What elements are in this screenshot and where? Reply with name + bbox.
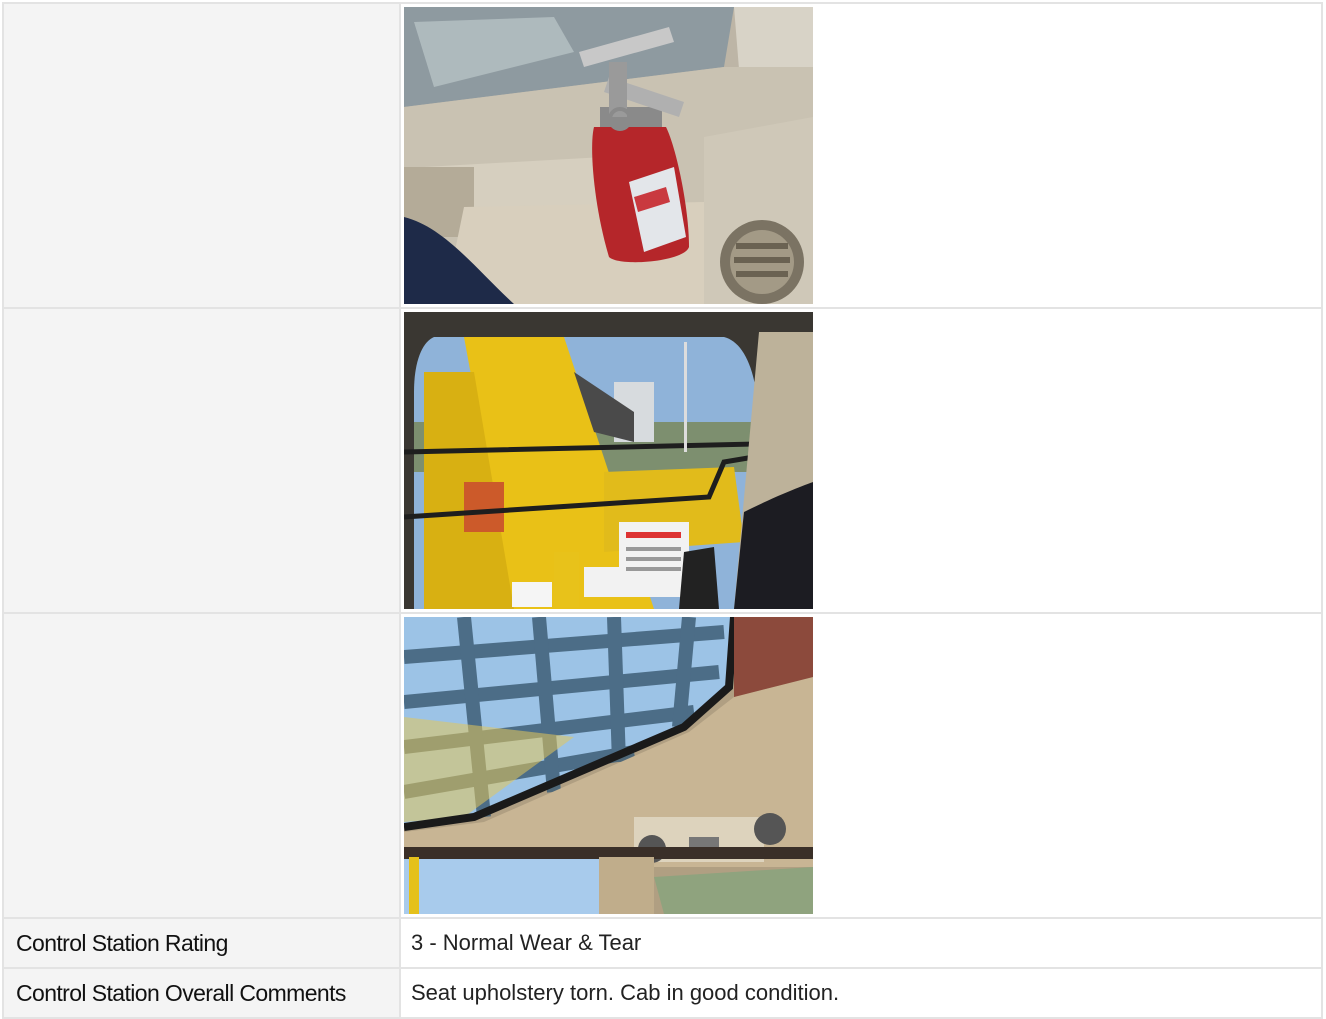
- cab-roof-window-photo[interactable]: [404, 617, 813, 914]
- table-row: [2, 307, 1323, 614]
- table-row: Control Station Rating 3 - Normal Wear &…: [2, 917, 1323, 969]
- cab-front-window-photo[interactable]: [404, 312, 813, 609]
- photo-cell: [399, 307, 1323, 614]
- table-row: [2, 2, 1323, 309]
- field-label: Control Station Overall Comments: [2, 967, 401, 1019]
- empty-label-cell: [2, 2, 401, 309]
- field-label: Control Station Rating: [2, 917, 401, 969]
- table-row: [2, 612, 1323, 919]
- table-row: Control Station Overall Comments Seat up…: [2, 967, 1323, 1019]
- photo-cell: [399, 612, 1323, 919]
- field-value: Seat upholstery torn. Cab in good condit…: [399, 967, 1323, 1019]
- fire-extinguisher-photo[interactable]: [404, 7, 813, 304]
- field-value: 3 - Normal Wear & Tear: [399, 917, 1323, 969]
- inspection-report-table: Control Station Rating 3 - Normal Wear &…: [2, 2, 1323, 1019]
- photo-cell: [399, 2, 1323, 309]
- empty-label-cell: [2, 307, 401, 614]
- empty-label-cell: [2, 612, 401, 919]
